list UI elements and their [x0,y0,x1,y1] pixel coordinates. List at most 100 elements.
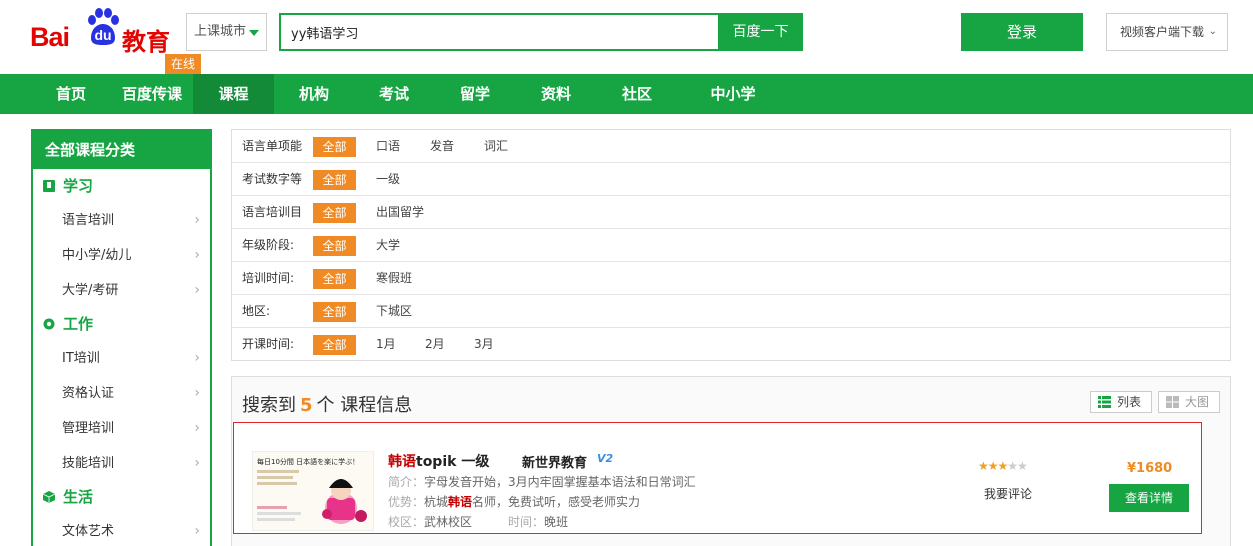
sidebar-item-arts[interactable]: 文体艺术 › [33,514,210,546]
sidebar-item-certification[interactable]: 资格认证 › [33,376,210,411]
online-badge: 在线 [165,54,201,74]
filter-row-training-time: 培训时间: 全部 寒假班 [232,262,1230,295]
course-thumbnail-image: 每日10分間 日本語を楽に学ぶ！ [253,452,373,530]
filter-all-button[interactable]: 全部 [313,269,356,289]
logo-bai: Bai [30,22,70,52]
header: Bai du 教育 在线 上课城市 百度一下 登录 视频客户端下载 ⌄ [0,0,1253,74]
filter-all-button[interactable]: 全部 [313,170,356,190]
time-value: 晚班 [544,515,569,529]
nav-item-institutions[interactable]: 机构 [284,74,344,114]
list-icon [1098,396,1111,408]
sidebar-item-skills[interactable]: 技能培训 › [33,446,210,481]
filter-all-button[interactable]: 全部 [313,203,356,223]
review-link[interactable]: 我要评论 [984,485,1032,502]
nav-item-chuanke[interactable]: 百度传课 [114,74,190,114]
gear-icon [43,318,55,330]
nav-item-home[interactable]: 首页 [40,74,102,114]
sidebar-item-label: 文体艺术 [62,524,115,539]
sidebar-item-label: 语言培训 [62,213,115,228]
view-details-button[interactable]: 查看详情 [1109,484,1189,512]
chevron-right-icon: › [194,247,200,263]
chevron-right-icon: › [194,455,200,471]
view-list-button[interactable]: 列表 [1090,391,1152,413]
chevron-right-icon: › [194,282,200,298]
nav-item-courses[interactable]: 课程 [193,74,274,114]
filter-option[interactable]: 大学 [376,229,400,262]
grid-icon [1166,396,1179,408]
filter-row-level: 考试数字等 全部 一级 [232,163,1230,196]
results-panel: 搜索到 5 个 课程信息 列表 大图 每日10分間 日本語を楽に学ぶ！ 韩语to… [231,376,1231,546]
filter-label: 考试数字等 [242,172,303,186]
main-nav: 首页 百度传课 课程 机构 考试 留学 资料 社区 中小学 [0,74,1253,114]
filter-option[interactable]: 口语 [376,130,400,163]
sidebar-item-label: 资格认证 [62,386,115,401]
filter-option[interactable]: 3月 [474,328,494,361]
view-grid-button[interactable]: 大图 [1158,391,1220,413]
chevron-right-icon: › [194,212,200,228]
filter-option[interactable]: 发音 [430,130,454,163]
filter-option[interactable]: 寒假班 [376,262,412,295]
filter-option[interactable]: 下城区 [376,295,412,328]
nav-item-community[interactable]: 社区 [607,74,667,114]
category-sidebar: 全部课程分类 学习 语言培训 › 中小学/幼儿 › 大学/考研 › 工作 IT培训 › … [31,129,212,546]
filter-label: 开课时间: [242,337,295,351]
course-organization[interactable]: 新世界教育 [522,452,587,471]
sidebar-category-work[interactable]: 工作 [43,307,93,341]
client-download-dropdown[interactable]: 视频客户端下载 ⌄ [1106,13,1228,51]
star-empty-icon: ★★ [1007,459,1027,473]
filter-all-button[interactable]: 全部 [313,236,356,256]
time-key: 时间： [508,515,545,529]
sidebar-item-k12[interactable]: 中小学/幼儿 › [33,238,210,273]
filter-option[interactable]: 2月 [425,328,445,361]
login-button[interactable]: 登录 [961,13,1083,51]
rating-stars: ★★★★★ [978,459,1028,473]
filter-row-grade: 年级阶段: 全部 大学 [232,229,1230,262]
course-title[interactable]: 韩语topik 一级 [388,451,489,471]
course-card[interactable]: 每日10分間 日本語を楽に学ぶ！ 韩语topik 一级 新世界教育 V2 简介：… [233,422,1202,534]
sidebar-category-label: 学习 [63,177,94,195]
filter-option[interactable]: 1月 [376,328,396,361]
city-select[interactable]: 上课城市 [186,13,267,51]
results-count: 5 [300,395,313,416]
intro-key: 简介： [388,475,425,489]
nav-item-study-abroad[interactable]: 留学 [445,74,505,114]
baidu-education-logo[interactable]: Bai du 教育 [30,8,170,56]
sidebar-item-language[interactable]: 语言培训 › [33,203,210,238]
city-select-label: 上课城市 [194,24,247,39]
filter-option[interactable]: 词汇 [484,130,508,163]
sidebar-item-label: 中小学/幼儿 [62,248,132,263]
search-button[interactable]: 百度一下 [718,13,803,51]
filter-option[interactable]: 出国留学 [376,196,424,229]
sidebar-item-management[interactable]: 管理培训 › [33,411,210,446]
course-intro: 简介：字母发音开始，3月内牢固掌握基本语法和日常词汇 [388,473,696,490]
sidebar-category-life[interactable]: 生活 [43,480,93,514]
intro-text: 字母发音开始，3月内牢固掌握基本语法和日常词汇 [424,475,696,489]
search-input[interactable] [279,13,719,51]
chevron-right-icon: › [194,385,200,401]
view-grid-label: 大图 [1185,395,1210,409]
nav-item-exams[interactable]: 考试 [364,74,424,114]
logo-du: du [94,27,112,43]
filter-row-skill: 语言单项能 全部 口语 发音 词汇 [232,130,1230,163]
filter-all-button[interactable]: 全部 [313,137,356,157]
nav-item-materials[interactable]: 资料 [526,74,586,114]
course-campus-time: 校区：武林校区 时间：晚班 [388,513,568,530]
sidebar-item-label: 大学/考研 [62,283,119,298]
sidebar-category-study[interactable]: 学习 [43,169,93,203]
filter-all-button[interactable]: 全部 [313,335,356,355]
campus-key: 校区： [388,515,425,529]
filter-option[interactable]: 一级 [376,163,400,196]
star-icon: ★★★ [978,459,1008,473]
sidebar-item-it[interactable]: IT培训 › [33,341,210,376]
filter-all-button[interactable]: 全部 [313,302,356,322]
sidebar-item-university[interactable]: 大学/考研 › [33,273,210,308]
filter-label: 地区: [242,304,271,318]
course-title-rest: topik 一级 [416,454,490,470]
advantage-post: 名师，免费试听，感受老师实力 [472,495,641,509]
nav-item-k12[interactable]: 中小学 [688,74,778,114]
course-thumbnail[interactable]: 每日10分間 日本語を楽に学ぶ！ [252,451,374,531]
chevron-down-icon: ⌄ [1208,26,1217,37]
sidebar-item-label: 技能培训 [62,456,115,471]
filter-panel: 语言单项能 全部 口语 发音 词汇 考试数字等 全部 一级 语言培训目 全部 出… [231,129,1231,361]
advantage-pre: 杭城 [424,495,449,509]
